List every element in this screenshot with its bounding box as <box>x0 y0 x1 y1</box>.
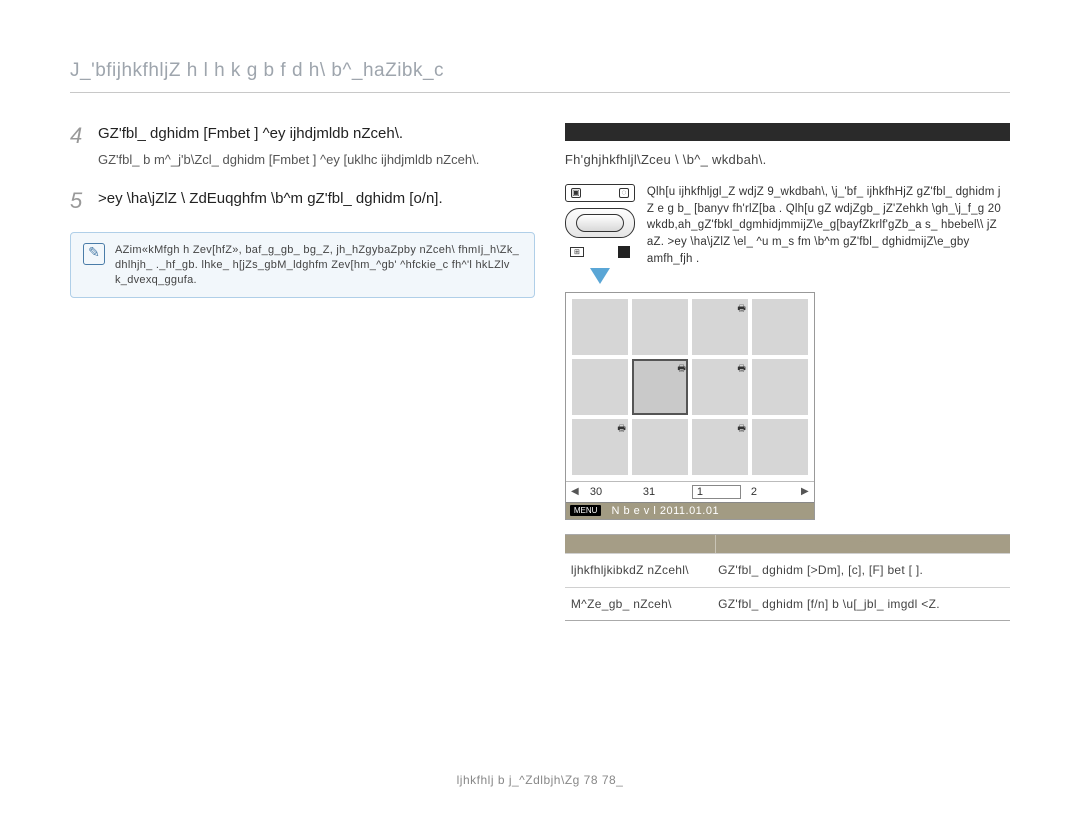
step4: 4 GZ'fbl_ dghidm [Fmbet ] ^ey ijhdjmldb … <box>70 123 535 170</box>
footer: ljhkfhlj b j_^Zdlbjh\Zg 78 78_ <box>0 773 1080 787</box>
camera-paragraph: Qlh[u ijhkfhljgl_Z wdjZ 9_wkdbah\, \j_'b… <box>647 184 1010 267</box>
thumb[interactable] <box>632 419 688 475</box>
thumb[interactable]: 🖶 <box>572 419 628 475</box>
r2c2: GZ'fbl_ dghidm [f/n] b \u[_jbl_ imgdl <Z… <box>718 596 1004 613</box>
table-row: M^Ze_gb_ nZceh\ GZ'fbl_ dghidm [f/n] b \… <box>565 587 1010 621</box>
step5: 5 >ey \ha\jZlZ \ ZdEuqghfm \b^m gZ'fbl_ … <box>70 188 535 214</box>
camera-text: Qlh[u ijhkfhljgl_Z wdjZ 9_wkdbah\, \j_'b… <box>647 184 1010 284</box>
step5-text: >ey \ha\jZlZ \ ZdEuqghfm \b^m gZ'fbl_ dg… <box>98 190 443 207</box>
r2c1: M^Ze_gb_ nZceh\ <box>571 596 718 613</box>
thumb-selected[interactable]: 🖶 <box>632 359 688 415</box>
r1c1: ljhkfhljkibkdZ nZcehl\ <box>571 562 718 579</box>
header-title: J_'bfijhkfhljZ h l h k g b f d h\ b^_haZ… <box>70 60 1010 93</box>
camera-body-icon <box>565 208 635 238</box>
nav-cell[interactable]: 30 <box>586 486 633 498</box>
screenshot-thumbnail-viewer: 🖶 🖶 🖶 🖶 🖶 ◀ 30 31 1 2 <box>565 292 815 520</box>
thumb[interactable] <box>752 359 808 415</box>
screenshot-bottom-bar: MENU N b e v l 2011.01.01 <box>566 502 814 519</box>
nav-prev-icon[interactable]: ◀ <box>570 484 580 500</box>
camera-graphic: ▣ ◌ ⊞ <box>565 184 635 284</box>
camera-block: ▣ ◌ ⊞ Qlh[u ijhkfhljgl_Z wdjZ 9_wkdbah\,… <box>565 184 1010 284</box>
th1: ~ <box>565 535 716 553</box>
r1c2: GZ'fbl_ dghidm [>Dm], [c], [F] bet [ ]. <box>718 562 1004 579</box>
left-column: 4 GZ'fbl_ dghidm [Fmbet ] ^ey ijhdjmldb … <box>70 123 535 621</box>
nav-next-icon[interactable]: ▶ <box>800 484 810 500</box>
right-intro: Fh'ghjhkfhljl\Zceu \ \b^_ wkdbah\. <box>565 151 1010 170</box>
thumb[interactable] <box>572 299 628 355</box>
step4-text: GZ'fbl_ dghidm [Fmbet ] ^ey ijhdjmldb nZ… <box>98 125 403 142</box>
note-box: ✎ AZim«kMfgh h Zev[hfZ», baf_g_gb_ bg_Z,… <box>70 232 535 299</box>
action-table: ~ ~ ljhkfhljkibkdZ nZcehl\ GZ'fbl_ dghid… <box>565 534 1010 622</box>
camera-bottom-icon: ⊞ <box>565 244 635 260</box>
thumb[interactable]: 🖶 <box>692 359 748 415</box>
table-row: ljhkfhljkibkdZ nZcehl\ GZ'fbl_ dghidm [>… <box>565 553 1010 587</box>
camera-top-icon: ▣ ◌ <box>565 184 635 202</box>
camera-lens-icon <box>576 214 624 232</box>
step5-body: >ey \ha\jZlZ \ ZdEuqghfm \b^m gZ'fbl_ dg… <box>98 188 535 214</box>
page: J_'bfijhkfhljZ h l h k g b f d h\ b^_haZ… <box>0 0 1080 815</box>
menu-button[interactable]: MENU <box>570 505 602 516</box>
filter-label: N b e v l 2011.01.01 <box>611 505 719 517</box>
nav-cell[interactable]: 2 <box>747 486 794 498</box>
thumbnail-grid: 🖶 🖶 🖶 🖶 🖶 <box>566 293 814 481</box>
arrow-down-icon <box>590 268 610 284</box>
right-column: Fh'ghjhkfhljl\Zceu \ \b^_ wkdbah\. ▣ ◌ ⊞ <box>565 123 1010 621</box>
note-text: AZim«kMfgh h Zev[hfZ», baf_g_gb_ bg_Z, j… <box>115 243 522 288</box>
step4-number: 4 <box>70 123 98 170</box>
nav-cell-selected[interactable]: 1 <box>692 485 741 499</box>
table-header: ~ ~ <box>565 535 1010 553</box>
date-nav-bar: ◀ 30 31 1 2 ▶ <box>566 481 814 502</box>
section-bar <box>565 123 1010 141</box>
th2: ~ <box>716 535 1010 553</box>
step5-number: 5 <box>70 188 98 214</box>
thumb[interactable] <box>752 419 808 475</box>
thumb[interactable] <box>572 359 628 415</box>
nav-cell[interactable]: 31 <box>639 486 686 498</box>
step4-body: GZ'fbl_ dghidm [Fmbet ] ^ey ijhdjmldb nZ… <box>98 123 535 170</box>
thumb[interactable]: 🖶 <box>692 419 748 475</box>
columns: 4 GZ'fbl_ dghidm [Fmbet ] ^ey ijhdjmldb … <box>70 123 1010 621</box>
thumb[interactable]: 🖶 <box>692 299 748 355</box>
thumb[interactable] <box>632 299 688 355</box>
step4-sub: GZ'fbl_ b m^_j'b\Zcl_ dghidm [Fmbet ] ^e… <box>98 150 535 170</box>
note-icon: ✎ <box>83 243 105 265</box>
thumb[interactable] <box>752 299 808 355</box>
